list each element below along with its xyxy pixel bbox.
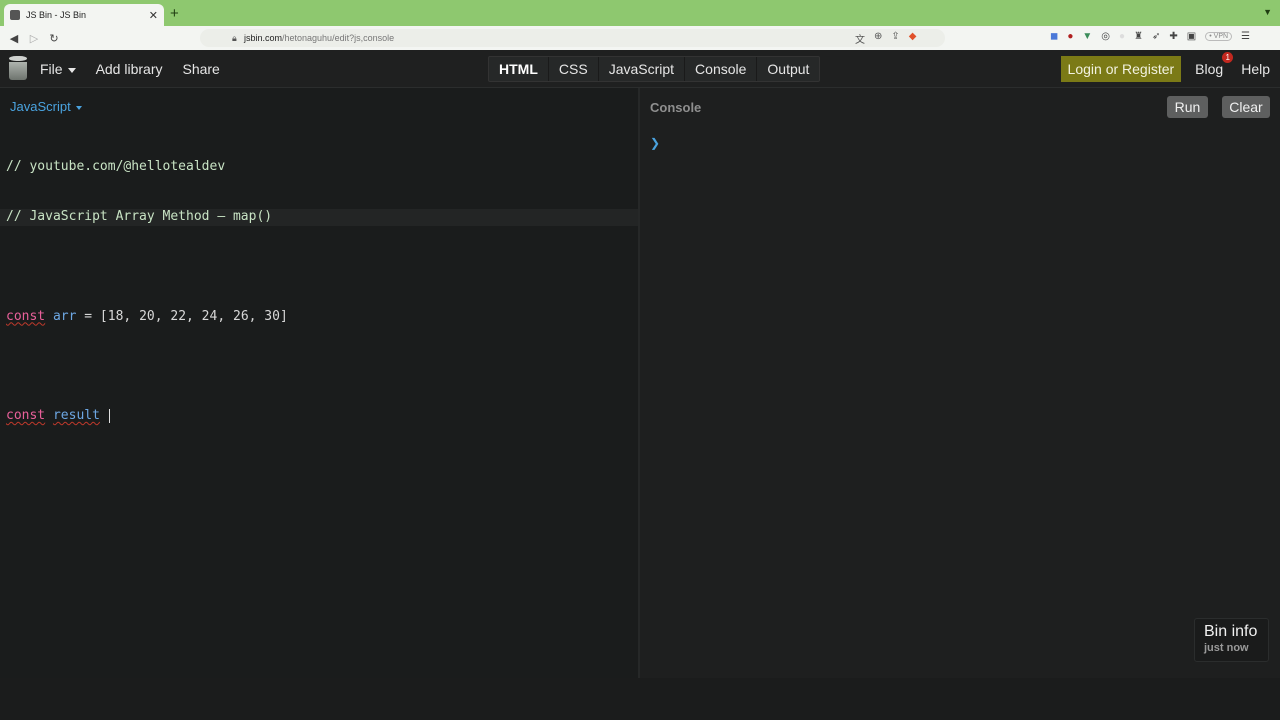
- code-comment: // youtube.com/@hellotealdev: [6, 159, 226, 175]
- code-line: // JavaScript Array Method – map(): [6, 209, 288, 226]
- run-button[interactable]: Run: [1167, 96, 1208, 118]
- text-cursor: [108, 408, 110, 423]
- panel-toggle-html[interactable]: HTML: [489, 57, 549, 81]
- sidebar-icon[interactable]: ▣: [1187, 31, 1196, 42]
- url-host: jsbin.com: [244, 33, 283, 43]
- jsbin-logo-icon[interactable]: [9, 56, 27, 80]
- address-actions: 文 ⊕ ⇪ ◆: [855, 31, 916, 46]
- chevron-down-icon: [67, 67, 76, 73]
- code-area[interactable]: // youtube.com/@hellotealdev // JavaScri…: [6, 126, 288, 458]
- code-variable: arr: [52, 308, 77, 324]
- zoom-icon[interactable]: ⊕: [874, 31, 882, 46]
- profile-icon[interactable]: ●: [1119, 31, 1125, 42]
- tab-search-chevron-icon[interactable]: ▼: [1263, 7, 1272, 17]
- brave-shield-icon[interactable]: ◆: [909, 31, 917, 46]
- clear-button[interactable]: Clear: [1222, 96, 1270, 118]
- code-comment: // JavaScript Array Method – map(): [6, 208, 273, 224]
- code-text: = [18, 20, 22, 24, 26, 30]: [76, 308, 288, 324]
- menu-icon[interactable]: ☰: [1241, 31, 1250, 42]
- login-register-button[interactable]: Login or Register: [1060, 56, 1182, 82]
- file-menu[interactable]: File: [40, 61, 76, 77]
- new-tab-button[interactable]: +: [170, 4, 179, 24]
- url-path: /hetonaguhu/edit?js,console: [282, 33, 395, 43]
- translate-icon[interactable]: 文: [855, 31, 865, 46]
- forward-icon[interactable]: ▷: [24, 32, 44, 45]
- ublock-icon[interactable]: ●: [1067, 31, 1073, 42]
- javascript-editor-panel[interactable]: JavaScript // youtube.com/@hellotealdev …: [0, 88, 638, 678]
- rocket-icon[interactable]: ➶: [1152, 31, 1160, 42]
- panel-toggle-javascript[interactable]: JavaScript: [599, 57, 686, 81]
- add-library-button[interactable]: Add library: [96, 61, 163, 77]
- code-keyword: const: [6, 308, 46, 324]
- url-field[interactable]: 🔒︎ jsbin.com/hetonaguhu/edit?js,console: [200, 29, 945, 47]
- back-icon[interactable]: ◀: [4, 32, 24, 45]
- console-title: Console: [650, 100, 702, 115]
- tab-close-icon[interactable]: ✕: [149, 9, 158, 22]
- vpn-badge[interactable]: • VPN: [1205, 32, 1233, 41]
- puzzle-icon[interactable]: ✚: [1169, 31, 1177, 42]
- chevron-down-icon: [75, 105, 82, 110]
- file-menu-label: File: [40, 61, 63, 77]
- extension-icons: ◼ ● ▼ ◎ ● ♜ ➶ ✚ ▣ • VPN ☰: [1050, 31, 1250, 42]
- incognito-icon[interactable]: ♜: [1134, 31, 1143, 42]
- lock-icon: 🔒︎: [232, 32, 237, 43]
- code-line: const result: [6, 408, 288, 425]
- bin-info-box[interactable]: Bin info just now: [1194, 618, 1269, 662]
- toolbar-menu-left: File Add library Share: [40, 50, 220, 88]
- console-prompt-icon[interactable]: ❯: [650, 136, 660, 150]
- code-line: const arr = [18, 20, 22, 24, 26, 30]: [6, 309, 288, 326]
- extension-circle-icon[interactable]: ◎: [1101, 31, 1110, 42]
- jsbin-favicon-icon: [10, 10, 20, 20]
- toolbar-menu-right: Login or Register Blog 1 Help: [1060, 50, 1280, 88]
- editor-language-label: JavaScript: [10, 99, 71, 114]
- code-variable: result: [52, 408, 100, 424]
- editor-language-selector[interactable]: JavaScript: [10, 99, 82, 114]
- share-icon[interactable]: ⇪: [891, 31, 899, 46]
- vue-devtools-icon[interactable]: ▼: [1082, 31, 1092, 42]
- tab-title: JS Bin - JS Bin: [26, 10, 87, 20]
- help-link[interactable]: Help: [1241, 61, 1270, 77]
- panel-toggle-console[interactable]: Console: [685, 57, 758, 81]
- panel-toggle-css[interactable]: CSS: [549, 57, 599, 81]
- console-panel[interactable]: Console Run Clear ❯ Bin info just now: [640, 88, 1280, 678]
- browser-address-bar: ◀ ▷ ↻ ▯ 🔒︎ jsbin.com/hetonaguhu/edit?js,…: [0, 26, 1280, 50]
- bottom-strip: [0, 678, 1280, 720]
- blog-label: Blog: [1195, 61, 1224, 77]
- panel-toggle-output[interactable]: Output: [757, 57, 819, 81]
- browser-tab[interactable]: JS Bin - JS Bin ✕: [4, 4, 164, 26]
- bin-info-title: Bin info: [1204, 623, 1258, 640]
- blog-link[interactable]: Blog 1: [1195, 52, 1234, 77]
- blog-notification-badge: 1: [1222, 52, 1234, 63]
- reload-icon[interactable]: ↻: [44, 32, 64, 45]
- share-button[interactable]: Share: [182, 61, 219, 77]
- code-line: // youtube.com/@hellotealdev: [6, 159, 288, 176]
- translate-extension-icon[interactable]: ◼: [1050, 31, 1058, 42]
- bin-info-subtitle: just now: [1204, 642, 1249, 654]
- browser-tab-bar: JS Bin - JS Bin ✕ + ▼: [0, 0, 1280, 26]
- code-keyword: const: [6, 408, 46, 424]
- panel-toggles: HTML CSS JavaScript Console Output: [488, 56, 821, 82]
- jsbin-toolbar: File Add library Share HTML CSS JavaScri…: [0, 50, 1280, 88]
